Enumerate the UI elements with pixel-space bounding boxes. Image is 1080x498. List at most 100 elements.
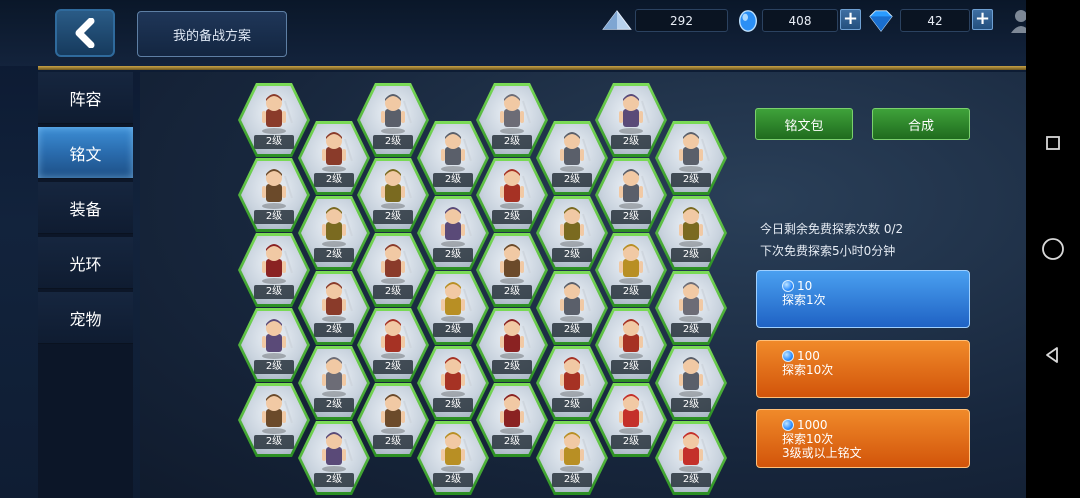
battle-plan-button[interactable]: 我的备战方案 [137, 11, 287, 57]
rune-level-label: 2级 [552, 398, 592, 412]
profile-icon[interactable] [1010, 9, 1026, 33]
rune-level-label: 2级 [373, 435, 413, 449]
rune-slot[interactable]: 2级 [655, 271, 727, 345]
diamond-icon [869, 10, 893, 32]
explore-ten-button[interactable]: 100 探索10次 [756, 340, 970, 398]
silver-crystal-count: 292 [635, 9, 728, 32]
brawler-icon [381, 319, 412, 359]
explore-ten-premium-button[interactable]: 1000 探索10次 3级或以上铭文 [756, 409, 970, 468]
winged-warrior-icon [679, 282, 710, 322]
combine-button[interactable]: 合成 [872, 108, 970, 140]
rune-level-label: 2级 [611, 435, 651, 449]
rune-level-label: 2级 [254, 435, 294, 449]
recent-apps-icon[interactable] [1038, 128, 1068, 158]
brawler-icon [619, 319, 650, 359]
rune-level-label: 2级 [314, 248, 354, 262]
home-icon[interactable] [1038, 234, 1068, 264]
red-knight-icon [679, 432, 710, 472]
next-free-explore-timer: 下次免费探索5小时0分钟 [760, 244, 896, 258]
add-gem-button[interactable]: + [840, 9, 861, 30]
spearman-icon [262, 169, 293, 209]
brawler-icon [441, 357, 472, 397]
rune-level-label: 2级 [611, 210, 651, 224]
rune-level-label: 2级 [492, 435, 532, 449]
explore-premium-label: 探索10次 [782, 432, 834, 446]
rune-level-label: 2级 [552, 323, 592, 337]
swordsman-icon [322, 282, 353, 322]
rune-level-label: 2级 [254, 135, 294, 149]
rune-slot[interactable]: 2级 [655, 346, 727, 420]
archer-icon [441, 207, 472, 247]
swordsman-icon [381, 244, 412, 284]
general-icon [322, 207, 353, 247]
general-icon [679, 207, 710, 247]
armored-icon [679, 357, 710, 397]
blonde-swordsman-icon [441, 282, 472, 322]
brawler-icon [500, 169, 531, 209]
rune-level-label: 2级 [314, 398, 354, 412]
archer-icon [262, 319, 293, 359]
free-explore-count: 今日剩余免费探索次数 0/2 [760, 222, 904, 236]
blonde-swordsman-icon [619, 244, 650, 284]
back-button[interactable] [55, 9, 115, 57]
rune-level-label: 2级 [611, 360, 651, 374]
rune-level-label: 2级 [552, 173, 592, 187]
rune-level-label: 2级 [492, 210, 532, 224]
rune-slot[interactable]: 2级 [655, 421, 727, 495]
header-divider [38, 66, 1026, 70]
armored-icon [441, 132, 472, 172]
armored-icon [381, 94, 412, 134]
brawler-icon [560, 357, 591, 397]
rune-level-label: 2级 [552, 473, 592, 487]
swordsman-icon [322, 132, 353, 172]
rune-slot[interactable]: 2级 [655, 196, 727, 270]
rune-level-label: 2级 [373, 285, 413, 299]
explore-once-label: 探索1次 [782, 293, 826, 307]
rune-level-label: 2级 [254, 285, 294, 299]
system-nav-bar [1026, 0, 1080, 498]
rune-level-label: 2级 [492, 360, 532, 374]
tab-equipment[interactable]: 装备 [38, 182, 133, 234]
winged-warrior-icon [500, 94, 531, 134]
rune-level-label: 2级 [671, 323, 711, 337]
blue-gem-count: 408 [762, 9, 838, 32]
rune-slot[interactable]: 2级 [655, 121, 727, 195]
general-icon [381, 169, 412, 209]
winged-warrior-icon [322, 357, 353, 397]
rune-level-label: 2级 [254, 210, 294, 224]
rune-level-label: 2级 [433, 398, 473, 412]
spearman-icon [500, 244, 531, 284]
rune-level-label: 2级 [373, 360, 413, 374]
rune-level-label: 2级 [492, 285, 532, 299]
red-knight-icon [619, 394, 650, 434]
rune-level-label: 2级 [671, 173, 711, 187]
rune-level-label: 2级 [373, 135, 413, 149]
tab-runes[interactable]: 铭文 [38, 127, 133, 179]
back-icon[interactable] [1038, 340, 1068, 370]
armored-icon [679, 132, 710, 172]
knight-icon [500, 319, 531, 359]
blue-gem-icon [782, 280, 794, 292]
blue-gem-icon [782, 419, 794, 431]
rune-level-label: 2级 [611, 135, 651, 149]
armored-icon [560, 282, 591, 322]
explore-premium-note: 3级或以上铭文 [782, 446, 862, 460]
rune-level-label: 2级 [492, 135, 532, 149]
explore-once-cost: 10 [797, 279, 813, 293]
general-icon [560, 207, 591, 247]
tab-aura[interactable]: 光环 [38, 237, 133, 289]
game-screen: 我的备战方案 292 408 + 42 + 阵容 铭文 装备 光环 宠物 铭文包… [0, 0, 1026, 498]
tab-pets[interactable]: 宠物 [38, 292, 133, 344]
add-diamond-button[interactable]: + [972, 9, 993, 30]
rune-bag-button[interactable]: 铭文包 [755, 108, 853, 140]
rune-level-label: 2级 [552, 248, 592, 262]
spearman-icon [381, 394, 412, 434]
explore-premium-cost: 1000 [797, 418, 828, 432]
rune-level-label: 2级 [671, 398, 711, 412]
silver-crystal-icon [602, 10, 632, 30]
rune-level-label: 2级 [314, 173, 354, 187]
explore-once-button[interactable]: 10 探索1次 [756, 270, 970, 328]
archer-icon [322, 432, 353, 472]
tab-lineup[interactable]: 阵容 [38, 72, 133, 124]
archer-icon [619, 94, 650, 134]
